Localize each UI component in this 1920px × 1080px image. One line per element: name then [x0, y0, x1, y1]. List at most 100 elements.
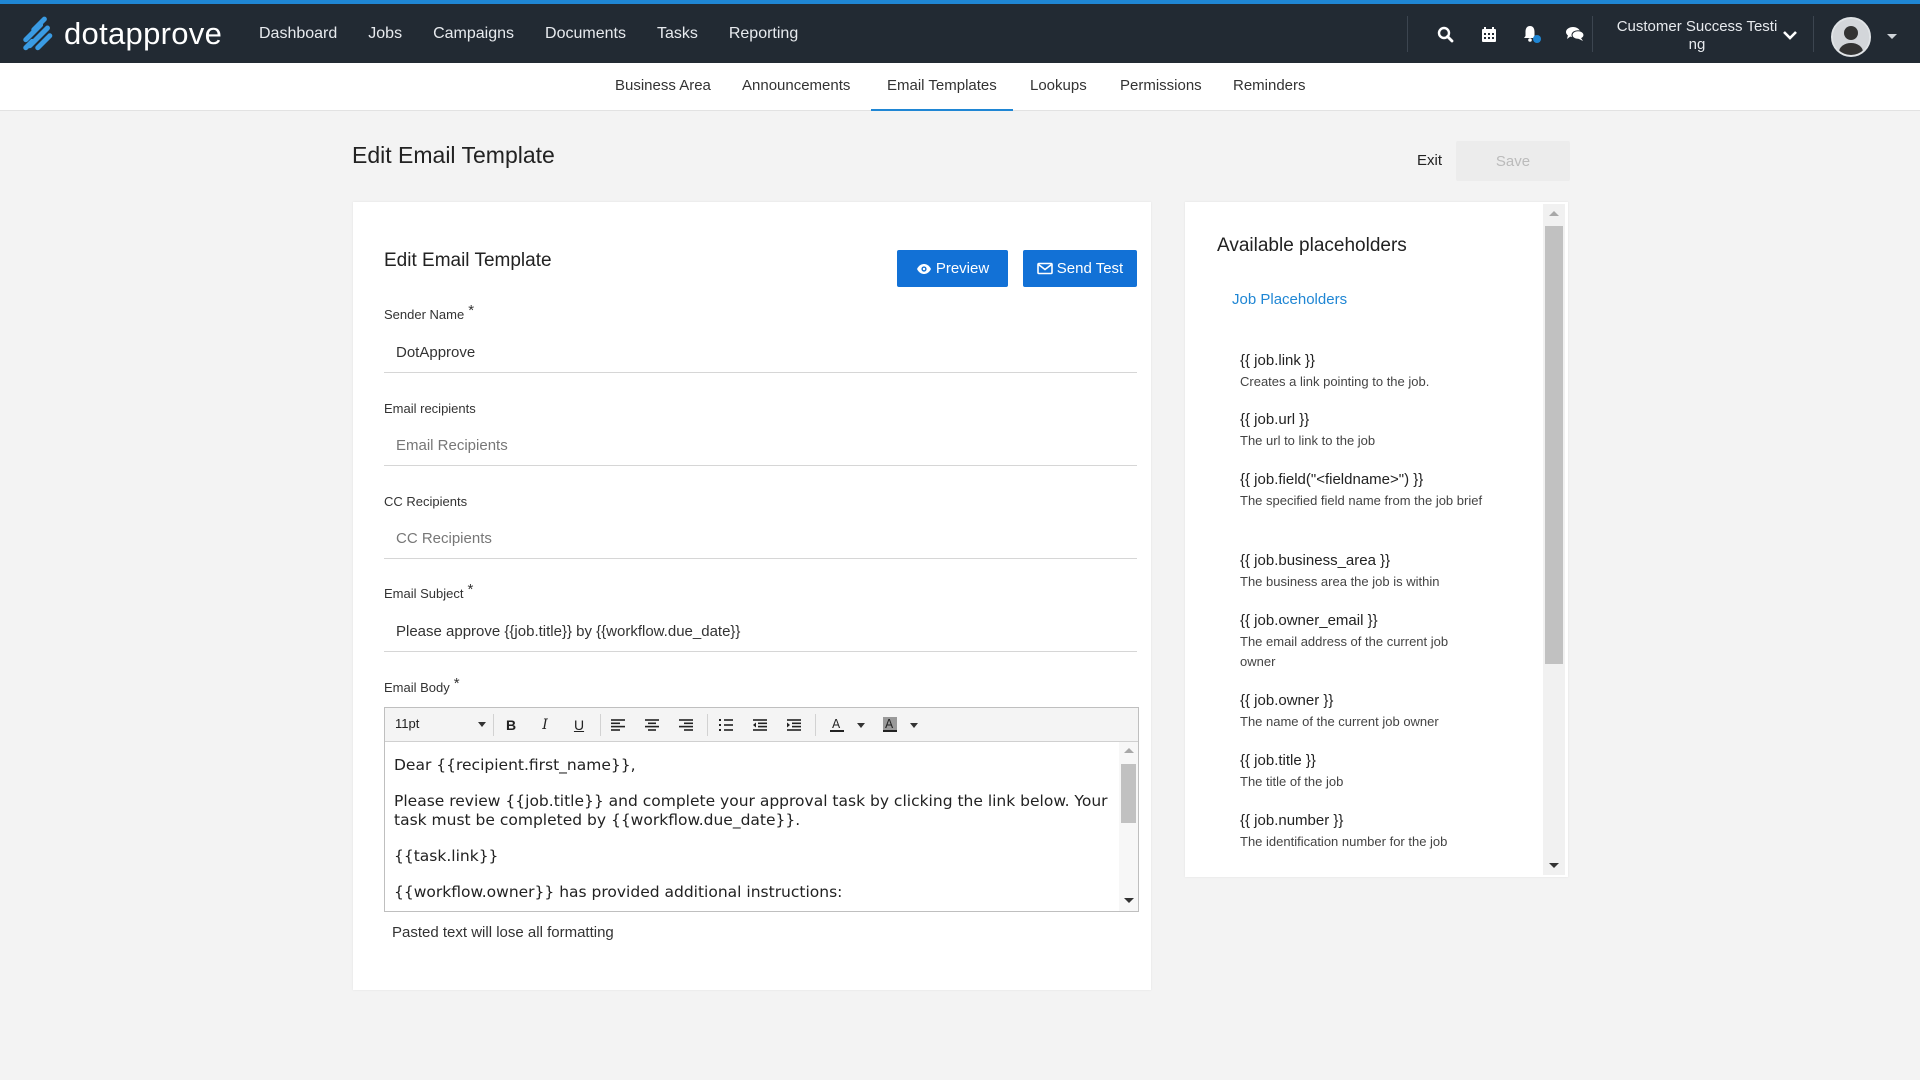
card-title: Edit Email Template — [384, 250, 552, 271]
placeholders-panel: Available placeholders Job Placeholders … — [1185, 202, 1568, 877]
font-size-select[interactable]: 11pt — [395, 716, 419, 731]
placeholder-code: {{ job.link }} — [1240, 352, 1316, 369]
nav-item-jobs[interactable]: Jobs — [368, 25, 402, 43]
tab-reminders[interactable]: Reminders — [1233, 63, 1306, 111]
placeholders-title: Available placeholders — [1217, 235, 1407, 256]
notification-bell-icon[interactable] — [1510, 16, 1553, 52]
placeholder-item[interactable]: {{ job.link }} Creates a link pointing t… — [1240, 352, 1485, 392]
divider — [1592, 16, 1593, 52]
send-test-label: Send Test — [1056, 260, 1124, 277]
svg-text:A: A — [832, 717, 841, 731]
save-button[interactable]: Save — [1456, 141, 1570, 181]
email-subject-label: Email Subject * — [384, 581, 473, 602]
caret-down-icon[interactable] — [1887, 34, 1897, 39]
placeholder-code: {{ job.business_area }} — [1240, 552, 1391, 569]
rich-text-editor: 11pt B I U A A Dear {{recipient.first_na… — [384, 707, 1139, 912]
page-title: Edit Email Template — [352, 142, 555, 168]
tab-permissions[interactable]: Permissions — [1120, 63, 1202, 111]
scroll-down-icon[interactable] — [1549, 863, 1559, 868]
placeholder-code: {{ job.title }} — [1240, 752, 1316, 769]
placeholder-item[interactable]: {{ job.owner_email }} The email address … — [1240, 612, 1485, 672]
placeholder-item[interactable]: {{ job.field("<fieldname>") }} The speci… — [1240, 471, 1485, 511]
underline-icon[interactable]: U — [568, 715, 590, 735]
nav-item-reporting[interactable]: Reporting — [729, 25, 798, 43]
email-recipients-input[interactable] — [384, 426, 1137, 466]
toolbar-divider — [493, 714, 494, 736]
nav-item-campaigns[interactable]: Campaigns — [433, 25, 514, 43]
sender-name-label: Sender Name * — [384, 302, 474, 323]
exit-button[interactable]: Exit — [1405, 145, 1454, 177]
toolbar-divider — [707, 714, 708, 736]
placeholder-desc: The title of the job — [1240, 774, 1344, 789]
numbered-list-icon[interactable] — [715, 715, 737, 735]
preview-button[interactable]: Preview — [897, 250, 1008, 287]
italic-icon[interactable]: I — [534, 715, 556, 735]
search-icon[interactable] — [1424, 16, 1467, 52]
envelope-icon — [1036, 262, 1053, 275]
tab-lookups[interactable]: Lookups — [1030, 63, 1087, 111]
send-test-button[interactable]: Send Test — [1023, 250, 1137, 287]
email-subject-input[interactable] — [384, 612, 1137, 652]
top-navbar: dotapprove Dashboard Jobs Campaigns Docu… — [0, 0, 1920, 63]
svg-text:A: A — [885, 717, 894, 731]
cc-recipients-input[interactable] — [384, 519, 1137, 559]
chevron-down-icon[interactable] — [1782, 28, 1798, 46]
scroll-down-icon[interactable] — [1124, 898, 1134, 903]
nav-item-dashboard[interactable]: Dashboard — [259, 25, 337, 43]
placeholder-code: {{ job.number }} — [1240, 812, 1344, 829]
edit-template-card: Edit Email Template Preview Send Test Se… — [353, 202, 1151, 990]
placeholder-item[interactable]: {{ job.url }} The url to link to the job — [1240, 411, 1485, 451]
placeholder-code: {{ job.owner }} — [1240, 692, 1334, 709]
bold-icon[interactable]: B — [500, 715, 522, 735]
avatar[interactable] — [1831, 17, 1871, 57]
scroll-up-icon[interactable] — [1549, 211, 1559, 216]
align-right-icon[interactable] — [675, 715, 697, 735]
email-body-label: Email Body * — [384, 675, 460, 696]
text-color-icon[interactable]: A — [826, 715, 848, 735]
divider — [1813, 16, 1814, 52]
scrollbar-thumb[interactable] — [1121, 764, 1136, 823]
placeholder-item[interactable]: {{ job.title }} The title of the job — [1240, 752, 1485, 792]
placeholder-item[interactable]: {{ job.number }} The identification numb… — [1240, 812, 1485, 852]
caret-down-icon[interactable] — [850, 715, 872, 735]
caret-down-icon[interactable] — [903, 715, 925, 735]
body-paragraph: {{workflow.owner}} has provided addition… — [394, 883, 843, 901]
logo-icon — [22, 15, 58, 52]
indent-icon[interactable] — [783, 715, 805, 735]
body-paragraph: Dear {{recipient.first_name}}, — [394, 756, 636, 774]
label-text: Email Subject — [384, 586, 464, 601]
align-left-icon[interactable] — [607, 715, 629, 735]
chat-icon[interactable] — [1553, 16, 1596, 52]
app-logo[interactable]: dotapprove — [22, 15, 222, 52]
scrollbar-thumb[interactable] — [1545, 226, 1563, 664]
tab-email-templates[interactable]: Email Templates — [871, 63, 1013, 111]
toolbar-divider — [815, 714, 816, 736]
sender-name-input[interactable] — [384, 333, 1137, 373]
tab-announcements[interactable]: Announcements — [742, 63, 850, 111]
placeholder-code: {{ job.owner_email }} — [1240, 612, 1378, 629]
placeholder-item[interactable]: {{ job.owner }} The name of the current … — [1240, 692, 1485, 732]
caret-down-icon[interactable] — [478, 722, 486, 727]
email-recipients-label: Email recipients — [384, 401, 476, 416]
align-center-icon[interactable] — [641, 715, 663, 735]
nav-item-documents[interactable]: Documents — [545, 25, 626, 43]
calendar-icon[interactable] — [1467, 16, 1510, 52]
placeholder-code: {{ job.field("<fieldname>") }} — [1240, 471, 1424, 488]
placeholder-desc: The url to link to the job — [1240, 433, 1376, 448]
placeholders-scrollbar[interactable] — [1543, 204, 1565, 875]
placeholder-desc: Creates a link pointing to the job. — [1240, 374, 1430, 389]
placeholder-desc: The identification number for the job — [1240, 834, 1448, 849]
placeholder-desc: The business area the job is within — [1240, 574, 1440, 589]
job-placeholders-link[interactable]: Job Placeholders — [1232, 291, 1347, 308]
label-text: Sender Name — [384, 307, 465, 322]
highlight-color-icon[interactable]: A — [879, 715, 901, 735]
settings-subnav: Business Area Announcements Email Templa… — [0, 63, 1920, 111]
editor-scrollbar[interactable] — [1119, 742, 1138, 911]
placeholder-item[interactable]: {{ job.business_area }} The business are… — [1240, 552, 1485, 592]
outdent-icon[interactable] — [749, 715, 771, 735]
nav-item-tasks[interactable]: Tasks — [657, 25, 698, 43]
tab-business-area[interactable]: Business Area — [615, 63, 711, 111]
email-body-content[interactable]: Dear {{recipient.first_name}}, Please re… — [385, 742, 1120, 911]
scroll-up-icon[interactable] — [1124, 748, 1134, 753]
user-menu-name[interactable]: Customer Success Testi ng — [1612, 18, 1782, 54]
